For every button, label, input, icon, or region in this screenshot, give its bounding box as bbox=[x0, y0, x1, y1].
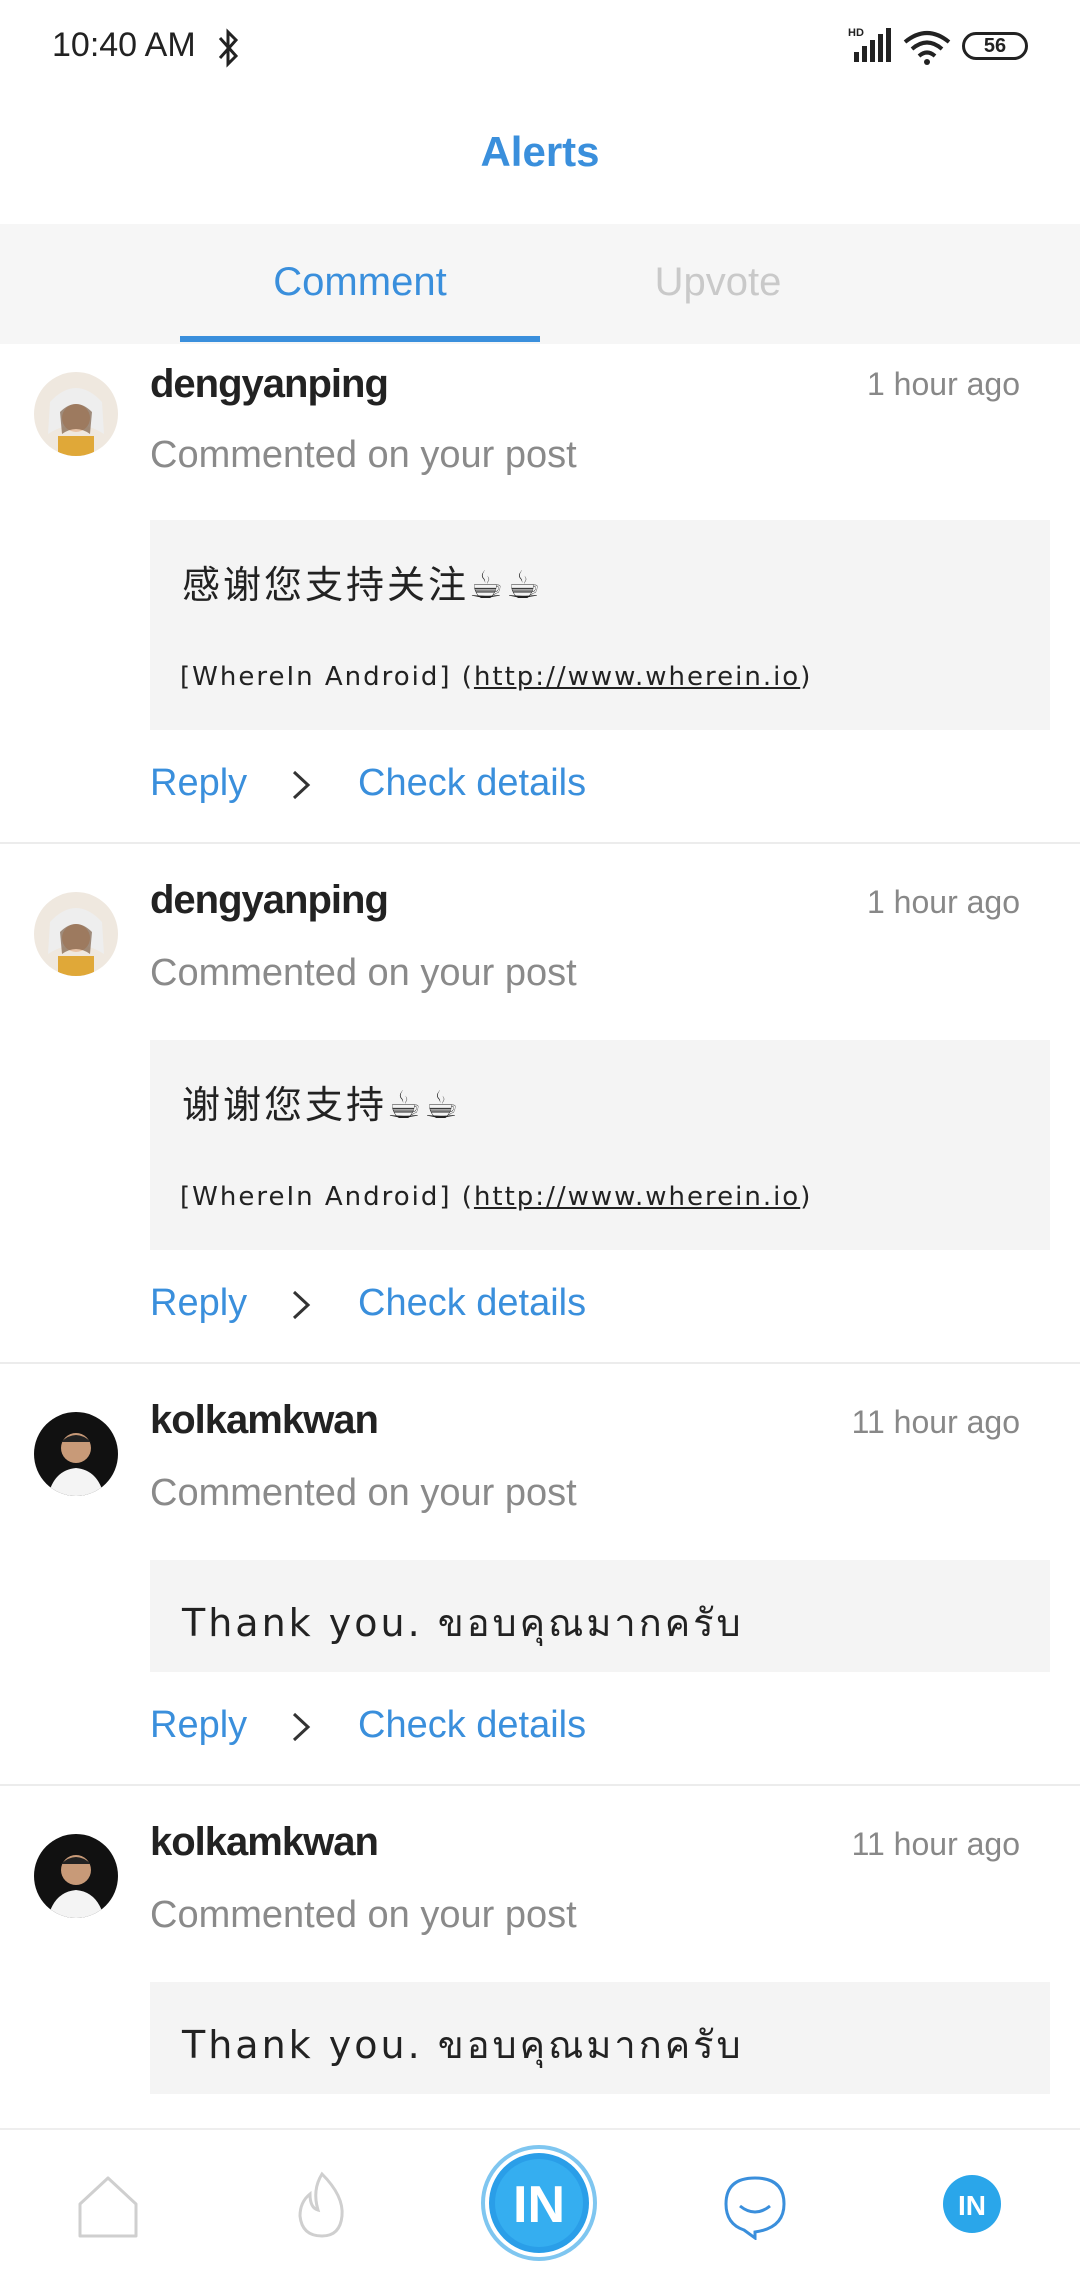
divider bbox=[0, 1362, 1080, 1364]
reply-button[interactable]: Reply bbox=[150, 1704, 247, 1747]
check-details-button[interactable]: Check details bbox=[358, 1282, 586, 1325]
source-link[interactable]: http://www.wherein.io bbox=[474, 662, 800, 692]
wherein-logo-button[interactable]: IN bbox=[480, 2144, 598, 2262]
bottom-navigation: IN IN bbox=[0, 2128, 1080, 2282]
comment-box: 感谢您支持关注☕☕ [WhereIn Android] (http://www.… bbox=[150, 520, 1050, 730]
alert-subtitle: Commented on your post bbox=[150, 434, 577, 476]
profile-icon[interactable]: IN bbox=[942, 2174, 1002, 2234]
comment-source: [WhereIn Android] (http://www.wherein.io… bbox=[180, 1182, 813, 1212]
alert-subtitle: Commented on your post bbox=[150, 1472, 577, 1514]
comment-source: [WhereIn Android] (http://www.wherein.io… bbox=[180, 662, 813, 692]
source-link[interactable]: http://www.wherein.io bbox=[474, 1182, 800, 1212]
username[interactable]: dengyanping bbox=[150, 878, 389, 923]
timestamp: 11 hour ago bbox=[851, 1404, 1020, 1440]
check-details-button[interactable]: Check details bbox=[358, 1704, 586, 1747]
chevron-right-icon bbox=[292, 770, 311, 800]
divider bbox=[0, 842, 1080, 844]
alert-item: dengyanping 1 hour ago Commented on your… bbox=[0, 864, 1080, 1364]
tab-bar: Comment Upvote bbox=[0, 224, 1080, 344]
reply-button[interactable]: Reply bbox=[150, 1282, 247, 1325]
status-bar: 10:40 AM HD 56 bbox=[0, 0, 1080, 96]
tab-upvote[interactable]: Upvote bbox=[538, 260, 898, 305]
avatar[interactable] bbox=[34, 372, 118, 456]
avatar[interactable] bbox=[34, 1834, 118, 1918]
alert-item: kolkamkwan 11 hour ago Commented on your… bbox=[0, 1384, 1080, 1786]
check-details-button[interactable]: Check details bbox=[358, 762, 586, 805]
reply-button[interactable]: Reply bbox=[150, 762, 247, 805]
avatar[interactable] bbox=[34, 892, 118, 976]
timestamp: 1 hour ago bbox=[866, 366, 1020, 402]
chevron-right-icon bbox=[292, 1712, 311, 1742]
comment-text: Thank you. ขอบคุณมากครับ bbox=[182, 1601, 744, 1645]
alert-item: dengyanping 1 hour ago Commented on your… bbox=[0, 344, 1080, 844]
comment-box: 谢谢您支持☕☕ [WhereIn Android] (http://www.wh… bbox=[150, 1040, 1050, 1250]
signal-icon: HD bbox=[848, 27, 891, 62]
comment-text: 谢谢您支持☕☕ bbox=[182, 1083, 462, 1127]
status-time: 10:40 AM bbox=[52, 26, 196, 64]
username[interactable]: dengyanping bbox=[150, 362, 389, 407]
flame-icon[interactable] bbox=[292, 2170, 352, 2240]
message-icon[interactable] bbox=[722, 2174, 788, 2240]
svg-text:IN: IN bbox=[513, 2176, 565, 2234]
wifi-icon bbox=[903, 31, 951, 65]
alert-item: kolkamkwan 11 hour ago Commented on your… bbox=[0, 1806, 1080, 2126]
username[interactable]: kolkamkwan bbox=[150, 1820, 379, 1865]
divider bbox=[0, 1784, 1080, 1786]
home-icon[interactable] bbox=[76, 2174, 140, 2240]
comment-text: Thank you. ขอบคุณมากครับ bbox=[182, 2023, 744, 2067]
comment-text: 感谢您支持关注☕☕ bbox=[182, 563, 544, 607]
username[interactable]: kolkamkwan bbox=[150, 1398, 379, 1443]
comment-box: Thank you. ขอบคุณมากครับ bbox=[150, 1982, 1050, 2094]
alert-subtitle: Commented on your post bbox=[150, 952, 577, 994]
timestamp: 11 hour ago bbox=[851, 1826, 1020, 1862]
page-title: Alerts bbox=[480, 128, 600, 175]
svg-text:HD: HD bbox=[848, 27, 864, 39]
active-tab-indicator bbox=[180, 336, 540, 342]
timestamp: 1 hour ago bbox=[866, 884, 1020, 920]
battery-indicator: 56 bbox=[962, 32, 1028, 60]
avatar[interactable] bbox=[34, 1412, 118, 1496]
tab-comment[interactable]: Comment bbox=[180, 260, 540, 305]
comment-box: Thank you. ขอบคุณมากครับ bbox=[150, 1560, 1050, 1672]
chevron-right-icon bbox=[292, 1290, 311, 1320]
svg-text:IN: IN bbox=[958, 2190, 986, 2221]
bluetooth-icon bbox=[218, 28, 239, 68]
alert-subtitle: Commented on your post bbox=[150, 1894, 577, 1936]
